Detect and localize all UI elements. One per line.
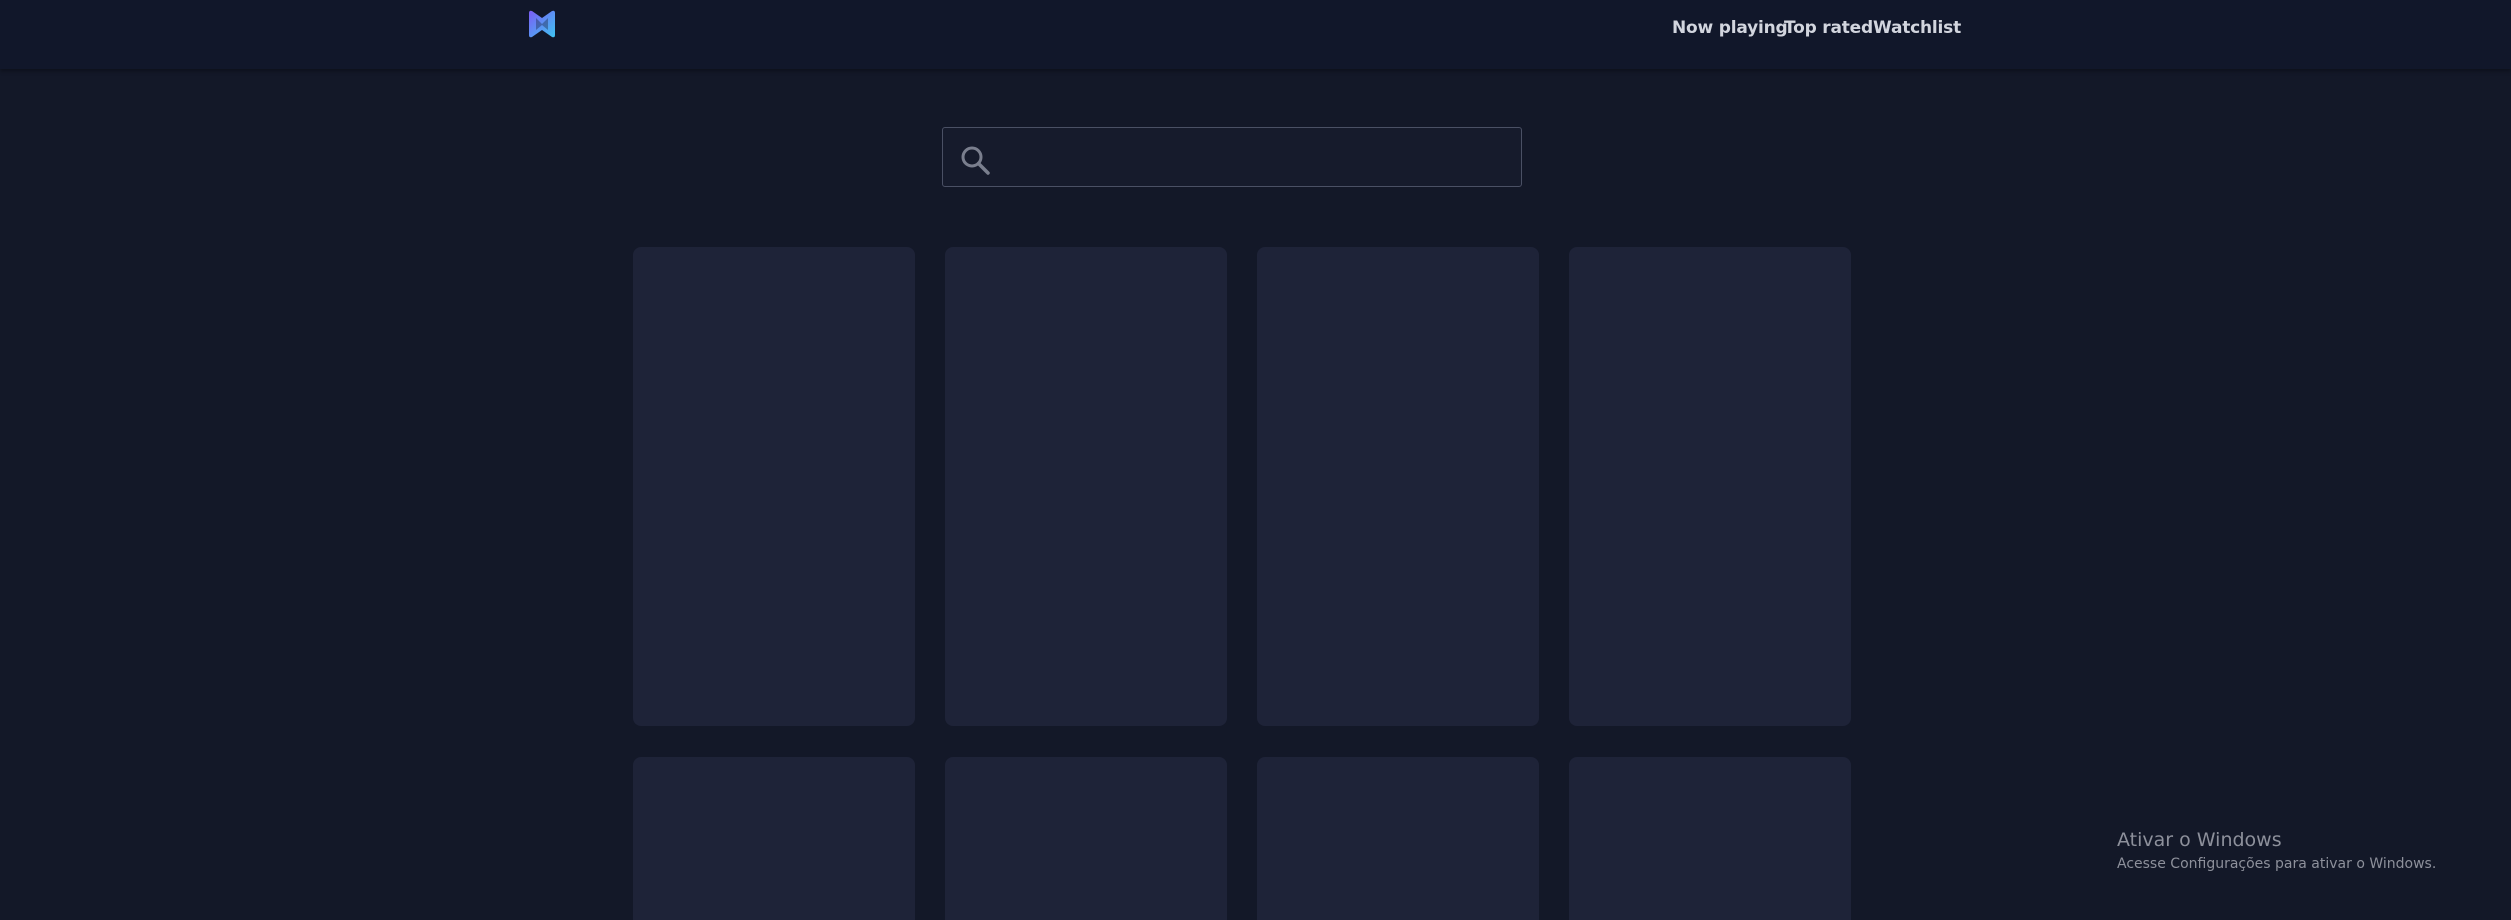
search-bar[interactable] (942, 127, 1522, 188)
movie-card-placeholder[interactable] (1257, 757, 1539, 920)
brand-logo-icon[interactable] (526, 8, 558, 40)
top-navbar: Now playing Top rated Watchlist (0, 0, 2511, 69)
movie-card-placeholder[interactable] (1257, 247, 1539, 726)
movie-card-placeholder[interactable] (1569, 757, 1851, 920)
windows-activation-subtitle: Acesse Configurações para ativar o Windo… (2117, 856, 2437, 872)
movie-card-placeholder[interactable] (945, 247, 1227, 726)
search-input[interactable] (1003, 128, 1507, 188)
movie-card-placeholder[interactable] (633, 757, 915, 920)
movie-card-placeholder[interactable] (1569, 247, 1851, 726)
movie-card-placeholder[interactable] (945, 757, 1227, 920)
windows-activation-title: Ativar o Windows (2117, 829, 2282, 851)
nav-top-rated[interactable]: Top rated (1784, 18, 1873, 38)
search-icon (961, 146, 990, 175)
nav-watchlist[interactable]: Watchlist (1873, 18, 1961, 38)
nav-now-playing[interactable]: Now playing (1672, 18, 1788, 38)
movie-card-placeholder[interactable] (633, 247, 915, 726)
